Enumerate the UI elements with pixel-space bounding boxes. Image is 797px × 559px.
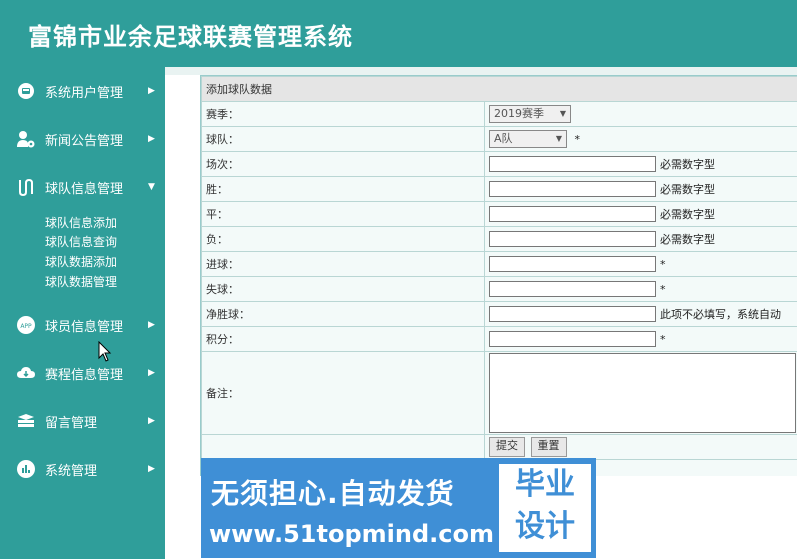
menu-label: 新闻公告管理 (45, 133, 124, 149)
menu-label: 系统用户管理 (45, 85, 124, 101)
losses-label: 负： (201, 226, 485, 252)
menu-label: 球员信息管理 (45, 319, 124, 335)
goals-for-input[interactable] (489, 256, 656, 272)
required-mark: * (574, 132, 581, 146)
required-mark: * (660, 282, 666, 296)
user-gear-icon (16, 129, 36, 149)
cloud-icon (16, 363, 36, 383)
field-hint: 此项不必填写，系统自动 (660, 308, 781, 321)
menu-label: 系统管理 (45, 463, 98, 479)
submenu-team-add[interactable]: 球队信息添加 (45, 214, 117, 231)
form-caption: 添加球队数据 (201, 76, 797, 102)
watermark-line1: 无须担心.自动发货 (211, 477, 455, 510)
note-textarea[interactable] (489, 353, 796, 433)
chevron-right-icon: ▶ (148, 416, 155, 426)
chevron-right-icon: ▶ (148, 320, 155, 330)
menu-team-info[interactable]: 球队信息管理 ▼ (0, 173, 165, 201)
goals-for-label: 进球： (201, 251, 485, 277)
goal-diff-label: 净胜球： (201, 301, 485, 327)
route-icon (16, 177, 36, 197)
dropdown-arrow-icon: ▼ (559, 109, 566, 118)
watermark-badge: 毕业 设计 (499, 464, 591, 552)
menu-schedule[interactable]: 赛程信息管理 ▶ (0, 359, 165, 387)
mouse-cursor-icon (98, 341, 112, 362)
submenu-team-data-add[interactable]: 球队数据添加 (45, 253, 117, 270)
field-hint: 必需数字型 (660, 208, 715, 221)
watermark-badge-line1: 毕业 (515, 467, 575, 502)
matches-label: 场次： (201, 151, 485, 177)
matches-input[interactable] (489, 156, 656, 172)
team-select[interactable]: A队 ▼ (489, 130, 567, 148)
menu-label: 留言管理 (45, 415, 98, 431)
watermark-banner: 无须担心.自动发货 www.51topmind.com 毕业 设计 (201, 458, 596, 558)
draws-input[interactable] (489, 206, 656, 222)
wins-label: 胜： (201, 176, 485, 202)
menu-label: 赛程信息管理 (45, 367, 124, 383)
note-label: 备注： (201, 351, 485, 435)
draws-label: 平： (201, 201, 485, 227)
chevron-right-icon: ▶ (148, 464, 155, 474)
season-value: 2019赛季 (494, 107, 544, 120)
dropdown-arrow-icon: ▼ (555, 134, 562, 143)
required-mark: * (660, 257, 666, 271)
submenu-team-query[interactable]: 球队信息查询 (45, 233, 117, 250)
team-value: A队 (494, 132, 513, 145)
points-input[interactable] (489, 331, 656, 347)
app-header: 富锦市业余足球联赛管理系统 (0, 0, 797, 67)
chevron-right-icon: ▶ (148, 134, 155, 144)
menu-player-info[interactable]: APP 球员信息管理 ▶ (0, 311, 165, 339)
field-hint: 必需数字型 (660, 233, 715, 246)
goal-diff-input[interactable] (489, 306, 656, 322)
content-top-strip (165, 67, 797, 75)
goals-against-label: 失球： (201, 276, 485, 302)
field-hint: 必需数字型 (660, 158, 715, 171)
required-mark: * (660, 332, 666, 346)
sidebar: 系统用户管理 ▶ 新闻公告管理 ▶ 球队信息管理 ▼ 球队信息添加 球队信息查询… (0, 67, 165, 559)
svg-text:APP: APP (20, 323, 32, 330)
field-hint: 必需数字型 (660, 183, 715, 196)
app-icon: APP (16, 315, 36, 335)
chart-icon (16, 459, 36, 479)
chevron-right-icon: ▶ (148, 368, 155, 378)
wins-input[interactable] (489, 181, 656, 197)
add-team-data-form: 添加球队数据 赛季： 2019赛季 ▼ 球队： A队 ▼ * 场次： 必需数字型… (200, 75, 797, 476)
submit-button[interactable]: 提交 (489, 437, 525, 457)
watermark-line2: www.51topmind.com (209, 520, 494, 548)
reset-button[interactable]: 重置 (530, 437, 567, 457)
menu-system-users[interactable]: 系统用户管理 ▶ (0, 77, 165, 105)
button-row-spacer (201, 434, 485, 460)
team-label: 球队： (201, 126, 485, 152)
season-label: 赛季： (201, 101, 485, 127)
form-table: 添加球队数据 赛季： 2019赛季 ▼ 球队： A队 ▼ * 场次： 必需数字型… (201, 76, 797, 460)
app-title: 富锦市业余足球联赛管理系统 (28, 22, 353, 51)
menu-label: 球队信息管理 (45, 181, 124, 197)
menu-news[interactable]: 新闻公告管理 ▶ (0, 125, 165, 153)
goals-against-input[interactable] (489, 281, 656, 297)
menu-system[interactable]: 系统管理 ▶ (0, 455, 165, 483)
chevron-down-icon: ▼ (148, 182, 155, 192)
menu-messages[interactable]: 留言管理 ▶ (0, 407, 165, 435)
submenu-team-data-manage[interactable]: 球队数据管理 (45, 273, 117, 290)
watermark-badge-line2: 设计 (515, 509, 575, 544)
losses-input[interactable] (489, 231, 656, 247)
chevron-right-icon: ▶ (148, 86, 155, 96)
season-select[interactable]: 2019赛季 ▼ (489, 105, 571, 123)
points-label: 积分： (201, 326, 485, 352)
layers-icon (16, 411, 36, 431)
user-badge-icon (16, 81, 36, 101)
